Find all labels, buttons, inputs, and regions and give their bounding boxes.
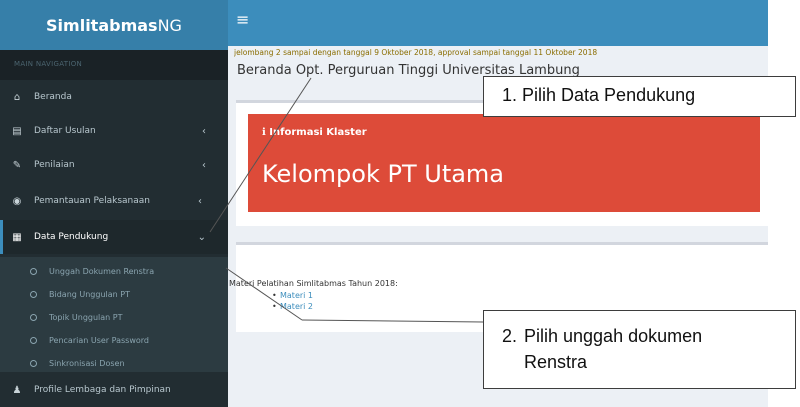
sidebar-header: MAIN NAVIGATION [0,50,228,80]
announcement-marquee: jelombang 2 sampai dengan tanggal 9 Okto… [234,48,598,57]
eye-icon: ◉ [12,195,22,207]
data-pendukung-submenu: Unggah Dokumen Renstra Bidang Unggulan P… [0,257,228,372]
sidebar-item-daftar-usulan[interactable]: ▤ Daftar Usulan ‹ [0,114,228,148]
sidebar-item-label: Daftar Usulan [34,126,96,136]
chevron-down-icon: ⌄ [197,231,206,243]
user-icon: ♟ [12,384,22,396]
brand-logo[interactable]: Simlitabmas NG [0,0,228,50]
sidebar-item-label: Data Pendukung [34,232,109,242]
submenu-item-label: Pencarian User Password [49,335,150,345]
circle-icon [30,359,37,367]
sidebar: MAIN NAVIGATION ⌂ Beranda ▤ Daftar Usula… [0,50,228,407]
cluster-callout: ℹ Informasi Klaster Kelompok PT Utama [248,114,760,212]
sidebar-item-data-pendukung[interactable]: ▦ Data Pendukung ⌄ [0,220,228,254]
annotation-step-2: 2. Pilih unggah dokumen Renstra [483,310,796,389]
annotation-step-2-line1: Pilih unggah dokumen [524,326,703,346]
sidebar-item-label: Pemantauan Pelaksanaan [34,196,150,206]
list-icon: ▤ [12,125,22,137]
sidebar-item-label: Profile Lembaga dan Pimpinan [34,385,171,395]
submenu-item-topik-unggulan[interactable]: Topik Unggulan PT [0,306,228,328]
callout-title: Kelompok PT Utama [262,160,505,188]
sidebar-item-pemantauan[interactable]: ◉ Pemantauan Pelaksanaan ‹ [0,184,228,218]
chevron-left-icon: ‹ [202,125,206,137]
sidebar-item-label: Penilaian [34,160,75,170]
submenu-item-unggah-renstra[interactable]: Unggah Dokumen Renstra [0,260,228,282]
circle-icon [30,290,37,298]
submenu-item-label: Bidang Unggulan PT [49,289,130,299]
materi-link-2[interactable]: Materi 2 [272,302,313,311]
chevron-left-icon: ‹ [202,159,206,171]
callout-label: Informasi Klaster [269,127,367,138]
submenu-item-label: Sinkronisasi Dosen [49,358,125,368]
submenu-item-label: Unggah Dokumen Renstra [49,266,155,276]
chevron-left-icon: ‹ [198,195,202,207]
sidebar-item-label: Beranda [34,92,72,102]
submenu-item-bidang-unggulan[interactable]: Bidang Unggulan PT [0,283,228,305]
brand-bold: Simlitabmas [46,15,158,35]
circle-icon [30,267,37,275]
materi-link-1[interactable]: Materi 1 [272,291,313,300]
sidebar-item-beranda[interactable]: ⌂ Beranda [0,80,228,114]
hamburger-icon[interactable]: ≡ [236,12,249,28]
submenu-item-sinkronisasi-dosen[interactable]: Sinkronisasi Dosen [0,352,228,374]
annotation-step-2-line2: Renstra [524,352,588,372]
edit-icon: ✎ [12,159,22,171]
materi-heading: Materi Pelatihan Simlitabmas Tahun 2018: [229,279,398,288]
circle-icon [30,313,37,321]
brand-suffix: NG [157,15,182,35]
sidebar-item-profile-lembaga[interactable]: ♟ Profile Lembaga dan Pimpinan [0,373,228,407]
circle-icon [30,336,37,344]
home-icon: ⌂ [13,91,21,103]
sidebar-item-penilaian[interactable]: ✎ Penilaian ‹ [0,148,228,182]
annotation-step-2-number: 2. [502,326,518,346]
top-navbar: ≡ [228,0,768,46]
submenu-item-pencarian-user[interactable]: Pencarian User Password [0,329,228,351]
table-icon: ▦ [12,231,22,243]
annotation-step-1: 1. Pilih Data Pendukung [483,76,796,117]
submenu-item-label: Topik Unggulan PT [49,312,123,322]
